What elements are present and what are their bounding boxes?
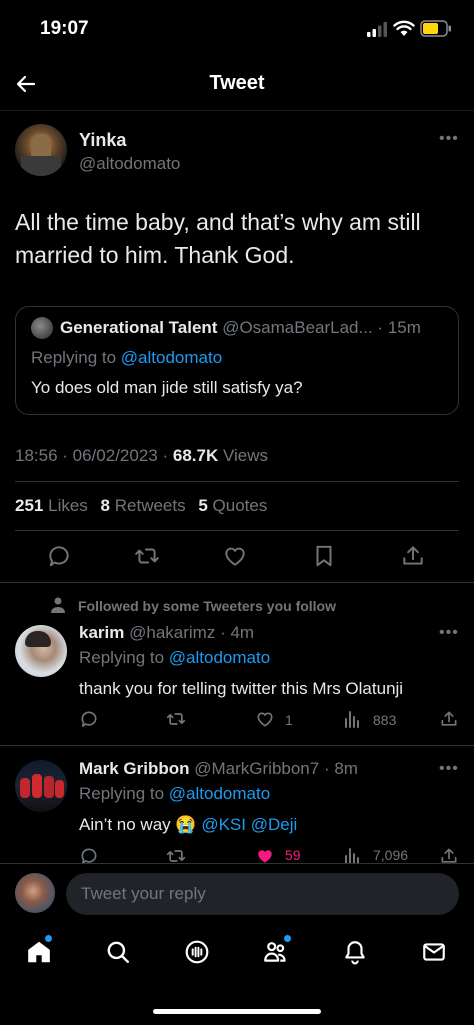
crying-emoji: 😭 [175, 815, 197, 834]
like-icon[interactable] [255, 709, 275, 729]
more-icon[interactable]: ••• [439, 624, 459, 642]
reply-actions: 59 7,096 [0, 845, 474, 863]
quote-avatar [31, 317, 53, 339]
person-icon [51, 597, 65, 613]
like-count: 59 [285, 847, 301, 863]
page-title: Tweet [209, 72, 265, 94]
views-icon[interactable] [344, 710, 362, 728]
author-handle[interactable]: @altodomato [79, 154, 180, 174]
reply-icon[interactable] [79, 709, 99, 729]
reply-text: thank you for telling twitter this Mrs O… [79, 679, 404, 698]
reply-header: karim @hakarimz · 4m [79, 623, 254, 643]
quotes-stat[interactable]: 5 Quotes [198, 496, 267, 515]
reply-author-name[interactable]: Mark Gribbon [79, 759, 190, 778]
reply-time: · 4m [220, 623, 255, 642]
reply-time: · 8m [323, 759, 358, 778]
views-count: 7,096 [373, 847, 409, 863]
reply-avatar[interactable] [15, 625, 67, 677]
author-avatar[interactable] [15, 124, 67, 176]
more-icon[interactable]: ••• [439, 130, 459, 148]
views-count: 883 [373, 712, 397, 728]
more-icon[interactable]: ••• [439, 760, 459, 778]
header: Tweet [0, 56, 474, 110]
battery-icon [420, 20, 451, 37]
tweet-text: All the time baby, and that’s why am sti… [15, 209, 421, 268]
retweet-icon[interactable] [166, 846, 186, 863]
mention-deji[interactable]: @Deji [251, 815, 298, 834]
replying-label: Replying to [79, 648, 165, 667]
search-icon[interactable] [105, 939, 131, 965]
tweet-timestamp: 18:56 · 06/02/2023 · [15, 446, 169, 465]
mention-ksi[interactable]: @KSI [201, 815, 246, 834]
wifi-icon [393, 20, 415, 36]
quote-text: Yo does old man jide still satisfy ya? [31, 378, 303, 397]
replying-label: Replying to [79, 784, 165, 803]
bottom-nav [0, 925, 474, 1025]
reply-author-handle[interactable]: @MarkGribbon7 [194, 759, 319, 778]
quote-author-name: Generational Talent [60, 318, 218, 337]
views-count: 68.7K [172, 446, 219, 465]
retweet-icon[interactable] [134, 543, 160, 569]
status-time: 19:07 [40, 18, 89, 39]
quote-author-handle: @OsamaBearLad... [222, 318, 373, 337]
views-label: Views [222, 446, 269, 465]
followed-notice: Followed by some Tweeters you follow [78, 598, 337, 614]
notifications-icon[interactable] [342, 939, 368, 965]
share-icon[interactable] [439, 709, 459, 729]
quote-time: 15m [387, 318, 421, 337]
reply-icon[interactable] [46, 543, 72, 569]
communities-icon[interactable] [262, 939, 290, 965]
quote-replying-handle[interactable]: @altodomato [121, 348, 222, 367]
tweet-stats: 251 Likes 8 Retweets 5 Quotes [15, 496, 267, 516]
reply-text: Ain’t no way 😭 @KSI @Deji [79, 815, 298, 834]
my-avatar[interactable] [15, 873, 55, 913]
tweet-meta: 18:56 · 06/02/2023 · 68.7K Views [15, 446, 268, 466]
signal-icon [367, 22, 387, 37]
messages-icon[interactable] [421, 939, 447, 965]
retweet-icon[interactable] [166, 709, 186, 729]
reply-author-name[interactable]: karim [79, 623, 124, 642]
replying-handle[interactable]: @altodomato [169, 784, 270, 803]
spaces-icon[interactable] [184, 939, 210, 965]
home-badge [45, 935, 52, 942]
quoted-tweet[interactable]: Generational Talent @OsamaBearLad... · 1… [15, 306, 459, 415]
reply-input[interactable]: Tweet your reply [66, 873, 459, 915]
share-icon[interactable] [439, 846, 459, 863]
reply-icon[interactable] [79, 846, 99, 863]
share-icon[interactable] [400, 543, 426, 569]
communities-badge [284, 935, 291, 942]
like-icon-active[interactable] [255, 846, 275, 863]
like-count: 1 [285, 712, 293, 728]
reply-header: Mark Gribbon @MarkGribbon7 · 8m [79, 759, 358, 779]
reply-avatar[interactable] [15, 760, 67, 812]
like-icon[interactable] [222, 543, 248, 569]
bookmark-icon[interactable] [311, 543, 337, 569]
reply-author-handle[interactable]: @hakarimz [129, 623, 215, 642]
quote-replying-label: Replying to [31, 348, 117, 367]
reply-placeholder: Tweet your reply [81, 884, 206, 903]
status-bar: 19:07 [0, 0, 474, 56]
retweets-stat[interactable]: 8 Retweets [101, 496, 186, 515]
replying-handle[interactable]: @altodomato [169, 648, 270, 667]
author-name[interactable]: Yinka [79, 130, 126, 151]
home-indicator [153, 1009, 321, 1014]
views-icon[interactable] [344, 847, 362, 863]
home-icon[interactable] [26, 939, 52, 965]
likes-stat[interactable]: 251 Likes [15, 496, 88, 515]
